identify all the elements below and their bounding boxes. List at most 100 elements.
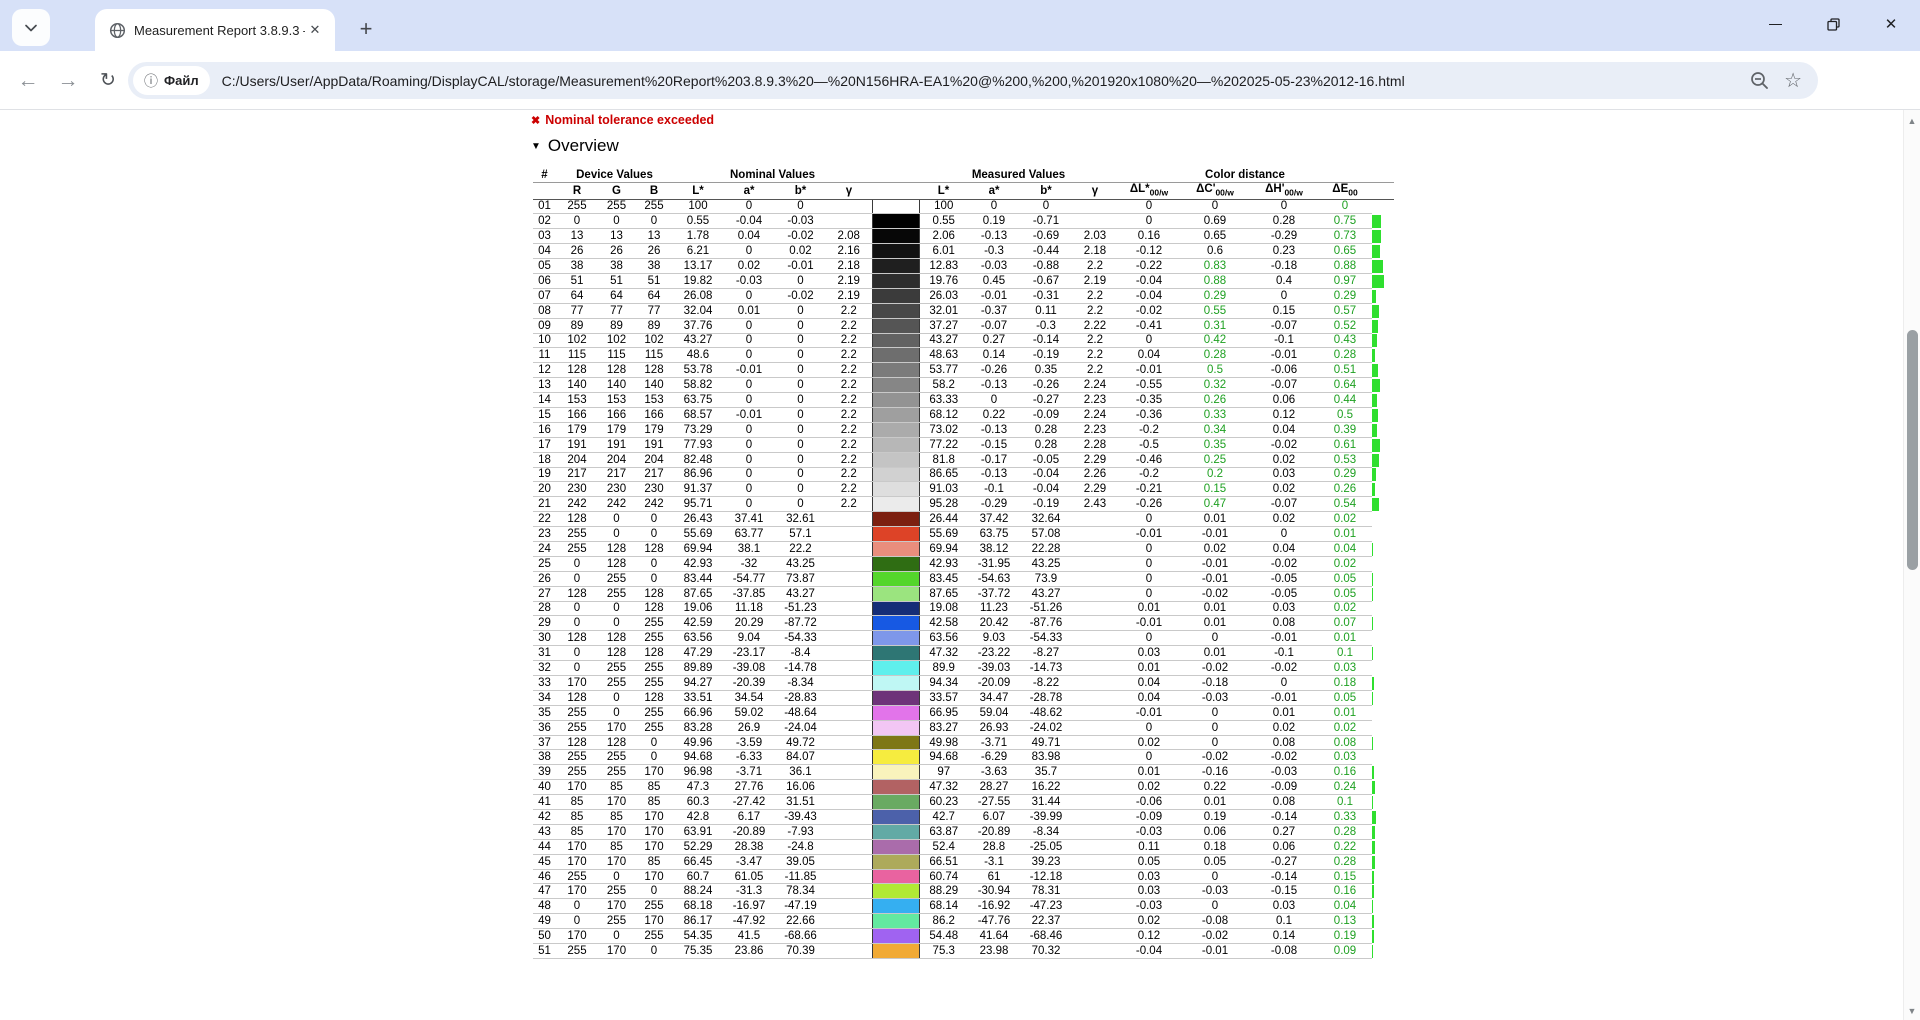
row-index: 36 [533,720,556,736]
row-index: 26 [533,571,556,587]
col-b: B [635,182,673,200]
back-button[interactable]: ← [10,51,46,110]
row-index: 48 [533,898,556,915]
table-row: 28 0 0 128 19.06 11.18 -51.23 19.08 11.23 -51.26 0… [533,601,1394,617]
col-nominal-L: L* [673,182,723,200]
delta-e-bar [1372,245,1380,259]
col-g: G [598,182,635,200]
color-swatch [871,928,920,945]
table-row: 11 115 115 115 48.6 0 0 2.2 48.63 0.14 -0.19 2.2 0.0… [533,347,1394,364]
color-swatch [871,779,920,796]
minimize-button[interactable] [1746,0,1804,48]
col-nominal-gamma: γ [826,182,872,200]
delta-e-bar [1372,542,1373,556]
col-index: # [533,168,556,183]
color-swatch [871,794,920,811]
col-measured-b: b* [1020,182,1072,200]
row-index: 05 [533,258,556,274]
row-index: 16 [533,422,556,438]
color-swatch [871,333,920,349]
scrollbar-thumb[interactable] [1906,330,1918,570]
row-index: 06 [533,273,556,289]
new-tab-button[interactable]: + [352,16,380,44]
table-row: 50 170 0 255 54.35 41.5 -68.66 54.48 41.64 -68.46… [533,928,1394,945]
close-window-button[interactable]: ✕ [1862,0,1920,48]
table-row: 13 140 140 140 58.82 0 0 2.2 58.2 -0.13 -0.26 2.24-… [533,377,1394,394]
delta-e-bar [1372,900,1373,914]
tab-close-icon[interactable]: ✕ [305,20,325,40]
table-row: 31 0 128 128 47.29 -23.17 -8.4 47.32 -23.22 -8.27… [533,645,1394,662]
delta-e-bar [1372,364,1379,378]
row-index: 07 [533,288,556,304]
group-device-values: Device Values [556,168,673,183]
table-row: 07 64 64 64 26.08 0 -0.02 2.19 26.03 -0.01 -0.31 2.… [533,288,1394,304]
address-bar[interactable]: ⓘ Файл C:/Users/User/AppData/Roaming/Dis… [128,62,1818,99]
row-index: 17 [533,437,556,453]
color-swatch [871,601,920,617]
col-measured-L: L* [919,182,968,200]
row-index: 19 [533,467,556,483]
site-info-label: Файл [164,73,199,88]
restore-button[interactable] [1804,0,1862,48]
color-swatch [871,943,920,959]
row-index: 15 [533,407,556,423]
reload-button[interactable]: ↻ [90,51,126,110]
col-r: R [556,182,598,200]
row-index: 49 [533,913,556,930]
color-swatch [871,556,920,572]
color-swatch [871,675,920,691]
zoom-out-icon[interactable] [1749,70,1770,91]
col-delta-C: ΔC'00/w [1180,182,1250,200]
color-swatch [871,764,920,781]
color-swatch [871,913,920,930]
table-row: 46 255 0 170 60.7 61.05 -11.85 60.74 61 -12.18 0.0… [533,869,1394,885]
row-index: 43 [533,824,556,840]
color-swatch [871,660,920,676]
color-swatch [871,645,920,662]
table-row: 23 255 0 0 55.69 63.77 57.1 55.69 63.75 57.08 -0.0… [533,526,1394,542]
color-swatch [871,467,920,483]
delta-e-bar [1372,915,1374,929]
delta-e-bar [1372,304,1379,318]
color-swatch [871,511,920,528]
delta-e-bar [1372,796,1374,810]
forward-button[interactable]: → [50,51,86,110]
table-group-header-row: # Device Values Nominal Values Measured … [533,168,1394,183]
delta-e-bar [1372,930,1375,944]
scroll-up-icon[interactable]: ▲ [1904,116,1920,126]
url-text[interactable]: C:/Users/User/AppData/Roaming/DisplayCAL… [222,73,1741,89]
color-swatch [871,690,920,706]
overview-section-toggle[interactable]: ▼ Overview [531,136,619,156]
row-index: 40 [533,779,556,796]
info-icon: ⓘ [144,72,158,89]
table-row: 22 128 0 0 26.43 37.41 32.61 26.44 37.42 32.64 0 0.… [533,511,1394,528]
color-swatch [871,705,920,721]
bookmark-star-icon[interactable]: ☆ [1784,68,1802,93]
delta-e-bar [1372,319,1379,333]
restore-icon [1826,17,1840,31]
table-row: 05 38 38 38 13.17 0.02 -0.01 2.18 12.83 -0.03 -0.8… [533,258,1394,274]
color-swatch [871,392,920,408]
row-index: 47 [533,883,556,900]
row-index: 33 [533,675,556,691]
row-index: 42 [533,809,556,825]
table-row: 01 255 255 255 100 0 0 100 0 0 0 0 0 0 [533,199,1394,215]
delta-e-bar [1372,423,1377,437]
delta-e-bar [1372,260,1383,273]
row-index: 30 [533,630,556,647]
row-index: 20 [533,481,556,498]
section-title: Overview [547,136,619,155]
error-x-icon: ✖ [531,115,541,127]
minimize-icon [1768,23,1782,26]
row-index: 44 [533,839,556,855]
delta-e-bar [1372,810,1377,824]
browser-tab[interactable]: Measurement Report 3.8.9.3 — ✕ [95,9,335,51]
vertical-scrollbar[interactable]: ▲ ▼ [1903,110,1920,1020]
scroll-down-icon[interactable]: ▼ [1904,1006,1920,1016]
color-swatch [871,541,920,557]
window-controls: ✕ [1746,0,1920,51]
row-index: 18 [533,452,556,468]
site-info-chip[interactable]: ⓘ Файл [133,66,210,95]
tab-search-button[interactable] [12,9,50,46]
color-swatch [871,854,920,870]
